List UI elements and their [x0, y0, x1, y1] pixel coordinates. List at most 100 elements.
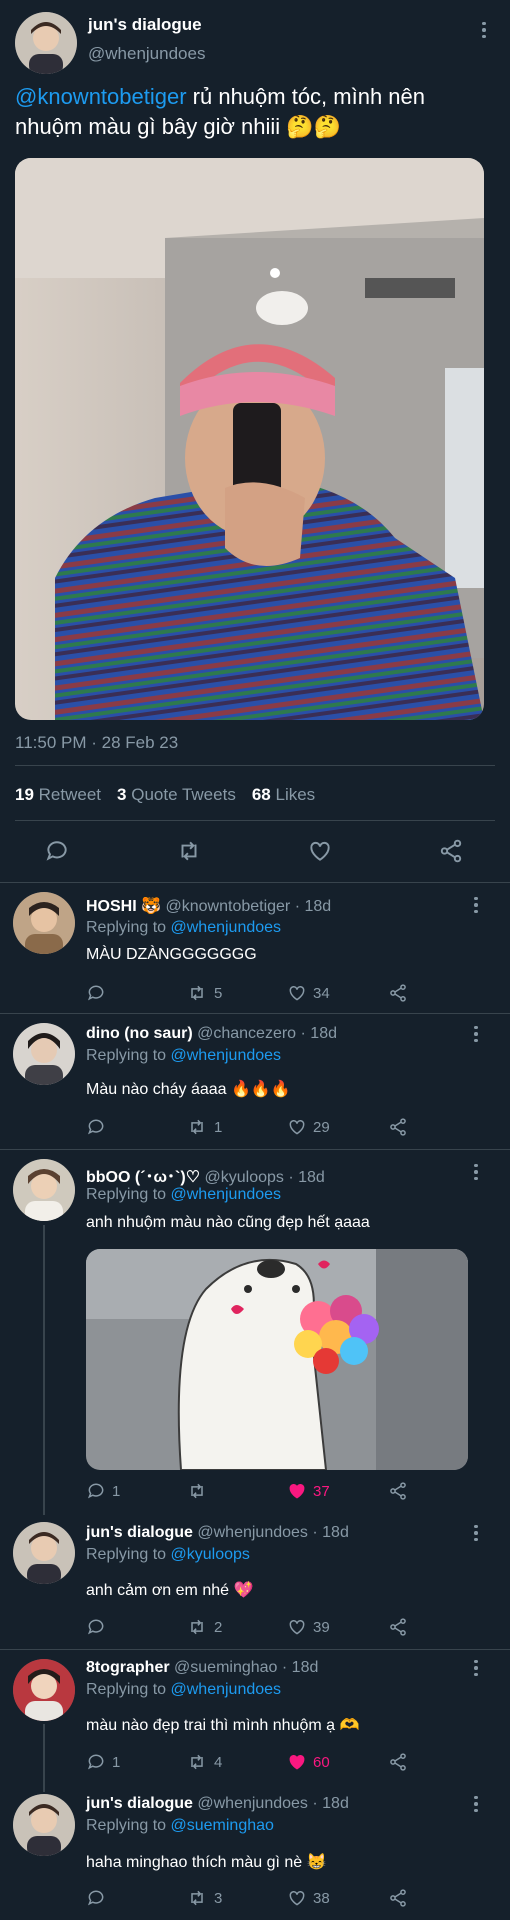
reply-image[interactable] [86, 1249, 468, 1470]
mention-link[interactable]: @knowntobetiger [15, 84, 187, 109]
reply-header: HOSHI 🐯 @knowntobetiger · 18d [86, 896, 331, 916]
reply-author-handle[interactable]: @chancezero [197, 1025, 296, 1042]
reply-author-name[interactable]: jun's dialogue [86, 1795, 193, 1812]
replying-to: Replying to @whenjundoes [86, 1186, 282, 1203]
reply-author-handle[interactable]: @sueminghao [174, 1659, 277, 1676]
replying-to-link[interactable]: @sueminghao [171, 1817, 274, 1834]
retweet-icon[interactable]: 2 [186, 1617, 222, 1637]
replying-to-link[interactable]: @kyuloops [171, 1546, 250, 1563]
reply-header: 8tographer @sueminghao · 18d [86, 1659, 318, 1677]
replying-to: Replying to @whenjundoes [86, 1681, 282, 1698]
reply-text: MÀU DZÀNGGGGGGG [86, 946, 257, 963]
tweet-text: @knowntobetiger rủ nhuộm tóc, mình nên n… [15, 82, 495, 142]
like-icon[interactable] [307, 838, 333, 864]
reply-author-name[interactable]: 8tographer [86, 1659, 170, 1676]
divider [0, 1649, 510, 1650]
reply-text: anh nhuộm màu nào cũng đẹp hết ạaaa [86, 1214, 370, 1231]
tweet-timestamp[interactable]: 11:50 PM · 28 Feb 23 [15, 733, 178, 753]
reply-header: bbOO (´･ω･`)♡ @kyuloops · 18d [86, 1163, 325, 1187]
more-options-icon[interactable] [464, 893, 488, 917]
retweet-icon[interactable]: 1 [186, 1117, 222, 1137]
likes-stat[interactable]: 68 Likes [252, 785, 315, 805]
reply-time[interactable]: · 18d [282, 1659, 318, 1676]
reply-header: jun's dialogue @whenjundoes · 18d [86, 1524, 349, 1542]
reply-time[interactable]: · 18d [295, 898, 331, 915]
reply-author-name[interactable]: jun's dialogue [86, 1524, 193, 1541]
share-icon[interactable] [388, 1888, 408, 1908]
more-options-icon[interactable] [464, 1022, 488, 1046]
divider [0, 882, 510, 883]
reply-avatar[interactable] [13, 892, 75, 954]
retweet-icon[interactable] [186, 1481, 214, 1501]
retweet-stat[interactable]: 19 Retweet [15, 785, 101, 805]
like-icon[interactable]: 29 [287, 1117, 330, 1137]
author-handle[interactable]: @whenjundoes [88, 44, 205, 64]
reply-icon[interactable]: 1 [86, 1752, 120, 1772]
more-options-icon[interactable] [464, 1792, 488, 1816]
share-icon[interactable] [388, 1117, 408, 1137]
like-icon-liked[interactable]: 37 [287, 1481, 330, 1501]
replying-to-link[interactable]: @whenjundoes [171, 1681, 282, 1698]
reply-author-handle[interactable]: @whenjundoes [197, 1524, 308, 1541]
replying-to-link[interactable]: @whenjundoes [171, 1047, 282, 1064]
tweet-photo[interactable] [15, 158, 484, 720]
like-icon[interactable]: 39 [287, 1617, 330, 1637]
share-icon[interactable] [438, 838, 464, 864]
reply-icon[interactable] [86, 983, 112, 1003]
like-icon[interactable]: 38 [287, 1888, 330, 1908]
tweet-stats: 19 Retweet 3 Quote Tweets 68 Likes [15, 785, 315, 805]
thread-line [43, 1724, 45, 1792]
reply-author-name[interactable]: HOSHI 🐯 [86, 898, 161, 915]
reply-author-handle[interactable]: @whenjundoes [197, 1795, 308, 1812]
reply-author-name[interactable]: dino (no saur) [86, 1025, 193, 1042]
replying-to-link[interactable]: @whenjundoes [171, 1186, 282, 1203]
reply-time[interactable]: · 18d [312, 1795, 348, 1812]
share-icon[interactable] [388, 1617, 408, 1637]
reply-avatar[interactable] [13, 1659, 75, 1721]
reply-avatar[interactable] [13, 1023, 75, 1085]
replying-to: Replying to @sueminghao [86, 1817, 274, 1834]
reply-author-handle[interactable]: @kyuloops [205, 1169, 284, 1186]
replying-to: Replying to @kyuloops [86, 1546, 250, 1563]
reply-header: jun's dialogue @whenjundoes · 18d [86, 1795, 349, 1813]
share-icon[interactable] [388, 1481, 408, 1501]
reply-avatar[interactable] [13, 1522, 75, 1584]
retweet-icon[interactable]: 4 [186, 1752, 222, 1772]
reply-author-name[interactable]: bbOO (´･ω･`)♡ [86, 1169, 200, 1186]
share-icon[interactable] [388, 983, 408, 1003]
replying-to-link[interactable]: @whenjundoes [171, 919, 282, 936]
replying-to: Replying to @whenjundoes [86, 919, 282, 936]
more-options-icon[interactable] [472, 18, 496, 42]
share-icon[interactable] [388, 1752, 408, 1772]
reply-icon[interactable] [44, 838, 70, 864]
author-avatar[interactable] [15, 12, 77, 74]
thread-line [43, 1225, 45, 1515]
reply-icon[interactable] [86, 1117, 112, 1137]
divider [0, 1013, 510, 1014]
more-options-icon[interactable] [464, 1656, 488, 1680]
reply-text: anh cảm ơn em nhé 💖 [86, 1582, 254, 1599]
author-name[interactable]: jun's dialogue [88, 15, 202, 35]
more-options-icon[interactable] [464, 1521, 488, 1545]
retweet-icon[interactable] [175, 838, 203, 864]
reply-text: haha minghao thích màu gì nè 😸 [86, 1854, 327, 1871]
quote-stat[interactable]: 3 Quote Tweets [117, 785, 236, 805]
like-icon-liked[interactable]: 60 [287, 1752, 330, 1772]
reply-author-handle[interactable]: @knowntobetiger [166, 898, 291, 915]
replying-to: Replying to @whenjundoes [86, 1047, 282, 1064]
more-options-icon[interactable] [464, 1160, 488, 1184]
reply-avatar[interactable] [13, 1794, 75, 1856]
divider [15, 820, 495, 821]
retweet-icon[interactable]: 5 [186, 983, 222, 1003]
reply-avatar[interactable] [13, 1159, 75, 1221]
reply-time[interactable]: · 18d [301, 1025, 337, 1042]
like-icon[interactable]: 34 [287, 983, 330, 1003]
reply-icon[interactable] [86, 1888, 112, 1908]
retweet-icon[interactable]: 3 [186, 1888, 222, 1908]
divider [15, 765, 495, 766]
reply-icon[interactable]: 1 [86, 1481, 120, 1501]
reply-time[interactable]: · 18d [312, 1524, 348, 1541]
reply-icon[interactable] [86, 1617, 112, 1637]
reply-header: dino (no saur) @chancezero · 18d [86, 1025, 337, 1043]
reply-time[interactable]: · 18d [288, 1169, 324, 1186]
